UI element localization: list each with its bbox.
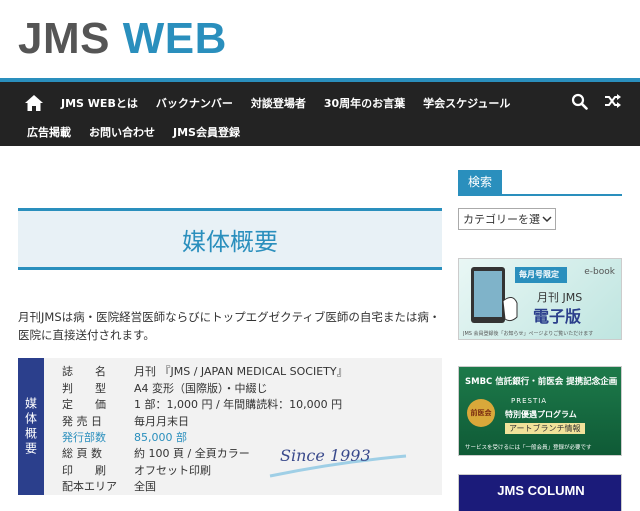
category-select[interactable]: カテゴリーを選	[458, 208, 556, 230]
nav-item-schedule[interactable]: 学会スケジュール	[414, 95, 519, 111]
table-row: 配本エリア 全国	[62, 480, 156, 494]
since-label: Since 1993	[280, 446, 371, 465]
smbc-brand: PRESTIA	[511, 397, 548, 405]
smbc-art: アートブランチ情報	[505, 423, 585, 434]
ebook-note: JMS 会員登録後「お知らせ」ページよりご覧いただけます	[463, 331, 594, 337]
home-icon[interactable]	[16, 88, 52, 118]
table-row: 発行部数 85,000 部	[62, 430, 187, 444]
page-title: 媒体概要	[182, 227, 278, 256]
nav-item-about[interactable]: JMS WEBとは	[52, 95, 147, 111]
smbc-sub: サービスを受けるには「一般会員」登録が必要です	[465, 445, 592, 451]
table-row: 判 型 A4 変形（国際版）・中綴じ	[62, 381, 268, 395]
site-logo[interactable]: JMS WEB	[18, 14, 227, 64]
ebook-badge: 毎月号限定	[519, 270, 559, 279]
search-widget-title: 検索	[458, 170, 503, 194]
smbc-top-text: SMBC 信託銀行・前医会 提携記念企画	[465, 377, 618, 387]
media-overview-box: 媒体概要 誌 名月刊 『JMS / JAPAN MEDICAL SOCIETY』…	[18, 358, 442, 495]
main-navigation: JMS WEBとは バックナンバー 対談登場者 30周年のお言葉 学会スケジュー…	[0, 78, 640, 146]
nav-item-30th[interactable]: 30周年のお言葉	[315, 95, 414, 111]
main-content: 媒体概要 月刊JMSは病・医院経営医師ならびにトップエグゼクティブ医師の自宅また…	[18, 208, 442, 495]
nav-item-contact[interactable]: お問い合わせ	[80, 124, 164, 140]
nav-item-ads[interactable]: 広告掲載	[18, 124, 80, 140]
nav-item-guests[interactable]: 対談登場者	[242, 95, 315, 111]
smbc-program: 特別優遇プログラム	[505, 410, 577, 419]
table-row: 定 価1 部：1,000 円 / 年間購読料：10,000 円	[62, 398, 343, 412]
nav-right-icons	[571, 88, 622, 118]
table-row: 発 売 日毎月月末日	[62, 414, 189, 428]
media-side-label: 媒体概要	[18, 358, 44, 495]
nav-item-register[interactable]: JMS会員登録	[164, 124, 249, 140]
jms-column-title: JMS COLUMN	[497, 483, 585, 498]
jms-column-banner[interactable]: JMS COLUMN	[458, 474, 622, 511]
logo-part-web: WEB	[122, 14, 227, 63]
nav-row-2: 広告掲載 お問い合わせ JMS会員登録	[0, 118, 249, 146]
smbc-banner[interactable]: SMBC 信託銀行・前医会 提携記念企画 前医会 PRESTIA 特別優遇プログ…	[458, 366, 622, 456]
ebook-banner[interactable]: 毎月号限定 e-book 月刊 JMS 電子版 JMS 会員登録後「お知らせ」ペ…	[458, 258, 622, 340]
search-widget-header: 検索	[458, 170, 622, 196]
ebook-label: e-book	[584, 267, 615, 277]
chevron-down-icon	[542, 216, 552, 223]
sidebar: 検索 カテゴリーを選	[458, 170, 622, 230]
shuffle-icon[interactable]	[604, 93, 622, 113]
intro-text: 月刊JMSは病・医院経営医師ならびにトップエグゼクティブ医師の自宅または病・医院…	[18, 310, 441, 342]
smbc-seal: 前医会	[467, 399, 495, 427]
logo-part-jms: JMS	[18, 14, 110, 63]
search-icon[interactable]	[571, 93, 588, 114]
ebook-subtitle: 電子版	[533, 307, 582, 326]
page-title-box: 媒体概要	[18, 208, 442, 270]
table-row: 誌 名月刊 『JMS / JAPAN MEDICAL SOCIETY』	[62, 365, 348, 379]
nav-row-1: JMS WEBとは バックナンバー 対談登場者 30周年のお言葉 学会スケジュー…	[0, 88, 519, 118]
nav-item-backnumber[interactable]: バックナンバー	[147, 95, 242, 111]
